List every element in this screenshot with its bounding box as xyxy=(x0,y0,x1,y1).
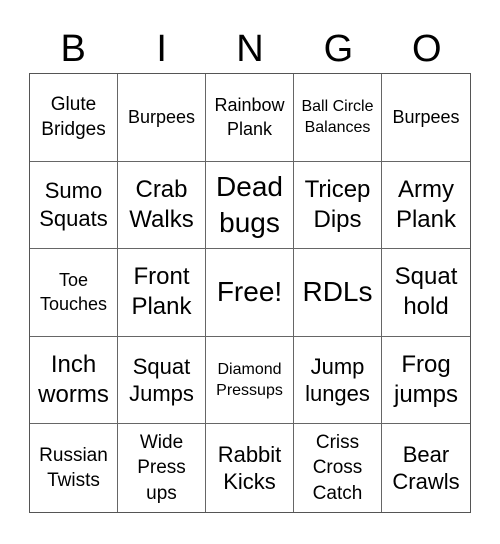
bingo-cell[interactable]: Tricep Dips xyxy=(294,161,382,250)
cell-label: Inch worms xyxy=(38,351,109,409)
bingo-cell[interactable]: Glute Bridges xyxy=(30,74,118,162)
cell-label: Tricep Dips xyxy=(304,175,371,233)
bingo-cell[interactable]: RDLs xyxy=(294,249,382,337)
bingo-cell[interactable]: Bear Crawls xyxy=(382,424,470,512)
bingo-cell[interactable]: Burpees xyxy=(118,74,206,162)
header-letter-o: O xyxy=(412,28,442,70)
header-letter-n: N xyxy=(236,28,264,70)
bingo-cell[interactable]: Wide Press ups xyxy=(118,424,206,512)
cell-label: Squat hold xyxy=(394,263,458,321)
bingo-header: B I N G O xyxy=(29,26,471,72)
bingo-cell[interactable]: Rabbit Kicks xyxy=(206,424,294,512)
cell-label: Jump lunges xyxy=(305,353,370,407)
cell-label: Diamond Pressups xyxy=(216,360,283,400)
header-letter-g: G xyxy=(323,28,354,70)
header-letter-i: I xyxy=(156,28,167,70)
bingo-cell[interactable]: Dead bugs xyxy=(206,161,294,250)
bingo-cell[interactable]: Inch worms xyxy=(30,336,118,425)
bingo-cell[interactable]: Front Plank xyxy=(118,249,206,337)
bingo-cell[interactable]: Rainbow Plank xyxy=(206,74,294,162)
bingo-cell[interactable]: Russian Twists xyxy=(30,424,118,512)
cell-label: RDLs xyxy=(302,276,373,308)
cell-label: Rainbow Plank xyxy=(214,95,285,140)
bingo-cell[interactable]: Squat hold xyxy=(382,249,470,337)
bingo-cell[interactable]: Diamond Pressups xyxy=(206,336,294,425)
bingo-cell[interactable]: Toe Touches xyxy=(30,249,118,337)
cell-label: Russian Twists xyxy=(39,444,108,492)
bingo-cell[interactable]: Criss Cross Catch xyxy=(294,424,382,512)
cell-label: Burpees xyxy=(392,107,460,128)
bingo-cell[interactable]: Burpees xyxy=(382,74,470,162)
cell-label: Toe Touches xyxy=(39,270,108,315)
free-space-cell[interactable]: Free! xyxy=(206,249,294,337)
cell-label: Rabbit Kicks xyxy=(217,441,282,495)
cell-label: Free! xyxy=(216,276,283,308)
cell-label: Bear Crawls xyxy=(392,441,460,495)
bingo-cell[interactable]: Ball Circle Balances xyxy=(294,74,382,162)
cell-label: Wide Press ups xyxy=(137,431,186,504)
bingo-cell[interactable]: Crab Walks xyxy=(118,161,206,250)
cell-label: Dead bugs xyxy=(216,170,283,238)
header-letter-b: B xyxy=(60,28,86,70)
bingo-cell[interactable]: Army Plank xyxy=(382,162,470,250)
cell-label: Sumo Squats xyxy=(39,178,108,231)
cell-label: Crab Walks xyxy=(129,175,194,233)
cell-label: Front Plank xyxy=(131,263,192,321)
bingo-cell[interactable]: Frog jumps xyxy=(382,337,470,425)
cell-label: Ball Circle Balances xyxy=(301,97,374,137)
cell-label: Burpees xyxy=(127,107,196,128)
bingo-cell[interactable]: Squat Jumps xyxy=(118,336,206,425)
cell-label: Frog jumps xyxy=(393,351,459,409)
cell-label: Squat Jumps xyxy=(129,353,194,407)
cell-label: Glute Bridges xyxy=(41,93,106,141)
cell-label: Criss Cross Catch xyxy=(312,431,363,504)
bingo-cell[interactable]: Sumo Squats xyxy=(30,161,118,250)
bingo-grid: Glute Bridges Burpees Rainbow Plank Ball Ci… xyxy=(29,73,471,513)
cell-label: Army Plank xyxy=(395,175,457,233)
bingo-cell[interactable]: Jump lunges xyxy=(294,336,382,425)
